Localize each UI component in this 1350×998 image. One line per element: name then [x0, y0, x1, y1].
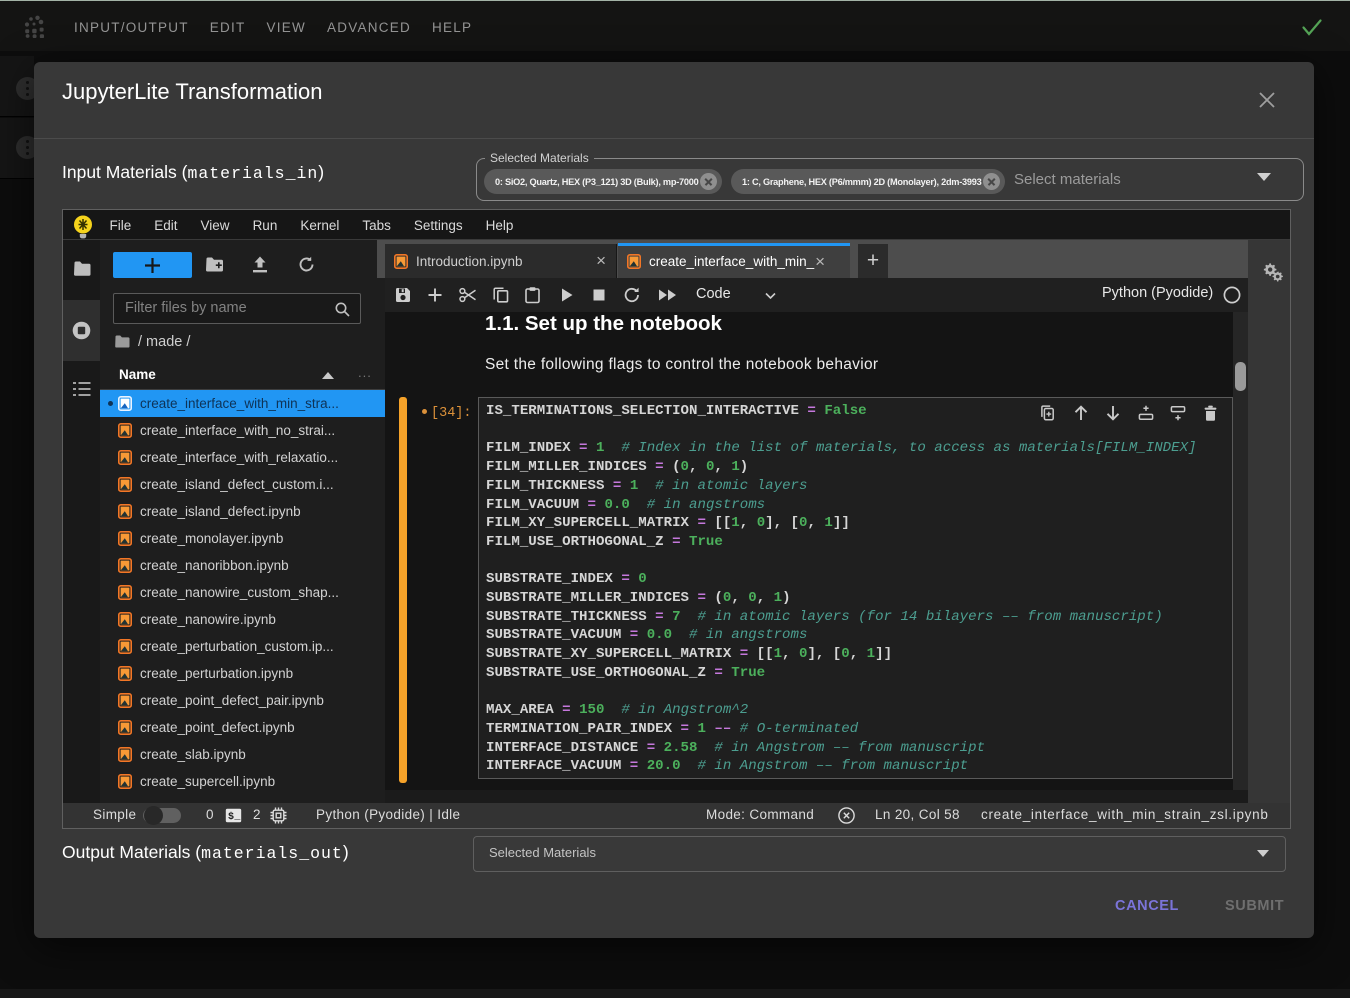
svg-text:$_: $_	[228, 811, 241, 823]
